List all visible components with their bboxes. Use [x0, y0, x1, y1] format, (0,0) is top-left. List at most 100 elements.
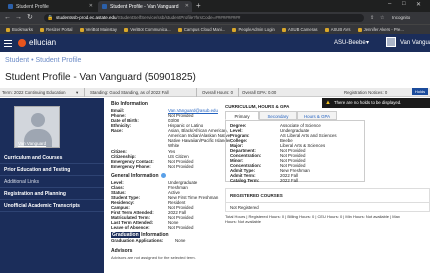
app-header: ellucian ASU-Beebe ▾ Van Vanguard	[0, 34, 430, 52]
bookmark-item[interactable]: Campus Cloud Mani...	[177, 25, 225, 34]
lock-icon: 🔒	[47, 15, 54, 21]
tab-hours-gpa[interactable]: Hours & GPA	[297, 111, 337, 120]
address-input[interactable]: 🔒 studentssb-prod.ec.astate.edu/StudentS…	[44, 14, 364, 22]
window-close-icon[interactable]: ✕	[416, 1, 421, 8]
bookmark-item[interactable]: ASUB AVs	[324, 25, 351, 34]
holds-toast: ▲ There are no holds to be displayed.	[322, 98, 430, 108]
bio-section-title: Bio Information	[111, 101, 148, 107]
url-path: /StudentSelfService/ssb/studentProfile?h…	[116, 15, 241, 20]
minimize-icon[interactable]: –	[388, 1, 391, 7]
chevron-down-icon[interactable]: ▾	[366, 38, 369, 48]
graduation-value: None	[175, 238, 186, 243]
bookmark-item[interactable]: ASUB Cameras	[281, 25, 318, 34]
user-avatar[interactable]	[386, 37, 396, 47]
bookmark-icon	[324, 27, 329, 32]
bookmark-item[interactable]: Jennifer Akers - Pre...	[357, 25, 404, 34]
favicon-icon	[8, 4, 13, 9]
close-icon[interactable]: ✕	[89, 3, 93, 9]
general-value: Not Provided	[168, 225, 194, 230]
menu-icon[interactable]	[4, 38, 12, 48]
curriculum-label: Catalog Term:	[230, 178, 260, 183]
browser-tab[interactable]: Student Profile ✕	[4, 1, 96, 12]
browser-tab-bar: Student Profile ✕ Student Profile - Van …	[0, 0, 430, 12]
advisors-note: Advisors are not assigned for the select…	[111, 255, 196, 260]
general-title-text: General Information	[111, 173, 159, 179]
bookmark-icon	[40, 27, 45, 32]
registered-courses-title: REGISTERED COURSES	[225, 188, 430, 202]
breadcrumb-student[interactable]: Student	[5, 57, 29, 64]
breadcrumb-student-profile[interactable]: Student Profile	[36, 57, 82, 64]
info-icon[interactable]	[160, 173, 166, 179]
bookmark-item[interactable]: Bookmarks	[6, 25, 33, 34]
bookmark-icon	[124, 27, 129, 32]
term-selector[interactable]: Term: 2022 Continuing Education	[2, 88, 66, 97]
page-title: Student Profile - Van Vanguard (50901825…	[5, 72, 196, 83]
star-icon[interactable]: ☆	[380, 13, 384, 23]
curriculum-panel: CURRICULUM, HOURS & GPA Primary Secondar…	[225, 99, 430, 199]
forward-icon[interactable]: →	[15, 13, 22, 23]
bookmark-item[interactable]: VeriBot Communica...	[124, 25, 171, 34]
bookmark-label: Jennifer Akers - Pre...	[363, 27, 404, 32]
sidebar: Van Vanguard Curriculum and Courses Prio…	[0, 98, 104, 273]
bookmark-label: Bookmarks	[12, 27, 33, 32]
address-bar-row: ← → ↻ 🔒 studentssb-prod.ec.astate.edu/St…	[0, 12, 430, 24]
divider	[196, 88, 197, 97]
divider	[84, 88, 85, 97]
advisors-section-title: Advisors	[111, 248, 133, 254]
screen: Student Profile ✕ Student Profile - Van …	[0, 0, 430, 273]
sidebar-item-registration[interactable]: Registration and Planning	[0, 188, 104, 200]
close-icon[interactable]: ✕	[185, 3, 189, 9]
bookmark-icon	[177, 27, 182, 32]
registered-courses-status: Not Registered	[225, 202, 430, 212]
curriculum-title: CURRICULUM, HOURS & GPA	[225, 104, 290, 109]
share-icon[interactable]: ⇪	[370, 13, 374, 23]
bookmark-item[interactable]: PeopleAdmin Login	[232, 25, 275, 34]
graduation-label: Graduation Applications:	[111, 238, 164, 243]
maximize-icon[interactable]: □	[402, 1, 406, 7]
sidebar-item-transcripts[interactable]: Unofficial Academic Transcripts	[0, 200, 104, 212]
bookmark-item[interactable]: Resizer Portal	[40, 25, 72, 34]
curriculum-tabs: Primary Secondary Hours & GPA	[225, 111, 365, 120]
reload-icon[interactable]: ↻	[27, 13, 33, 23]
breadcrumb: Student • Student Profile	[5, 57, 81, 64]
bookmark-icon	[6, 27, 10, 32]
term-status-bar: Term: 2022 Continuing Education ▾ Standi…	[0, 88, 430, 97]
bookmark-label: Resizer Portal	[46, 27, 73, 32]
general-label: Leave of Absence:	[111, 225, 150, 230]
curriculum-value: 2022 Fall	[280, 178, 299, 183]
bio-value: White	[168, 143, 180, 148]
sidebar-item-curriculum[interactable]: Curriculum and Courses	[0, 152, 104, 164]
curriculum-row: Catalog Term: 2022 Fall	[230, 178, 365, 183]
sidebar-item-additional-links[interactable]: Additional Links	[0, 176, 104, 188]
bookmark-icon	[357, 27, 362, 32]
tab-primary[interactable]: Primary	[225, 111, 259, 120]
bio-label: Emergency Phone:	[111, 164, 151, 169]
url-host: studentssb-prod.ec.astate.edu	[56, 15, 117, 20]
incognito-label[interactable]: Incognito	[392, 14, 410, 22]
standing-text: Standing: Good Standing, as of 2022 Fall	[90, 90, 169, 95]
bookmark-icon	[281, 27, 286, 32]
back-icon[interactable]: ←	[4, 13, 11, 23]
bookmark-item[interactable]: VeriBot Mainstay	[79, 25, 117, 34]
tab-secondary[interactable]: Secondary	[259, 111, 297, 120]
bookmark-label: PeopleAdmin Login	[238, 27, 275, 32]
browser-tab-active[interactable]: Student Profile - Van Vanguard ✕	[98, 1, 192, 12]
new-tab-icon[interactable]: +	[196, 1, 201, 11]
total-hours: Total Hours | Registered Hours: 0 | Bill…	[225, 214, 430, 228]
overall-gpa: Overall GPA: 0.00	[242, 90, 277, 95]
sidebar-item-prior-education[interactable]: Prior Education and Testing	[0, 164, 104, 176]
registration-notices[interactable]: Registration Notices: 0	[344, 88, 387, 97]
browser-tab-title: Student Profile - Van Vanguard	[110, 3, 179, 10]
chevron-down-icon[interactable]: ▾	[76, 88, 78, 97]
avatar-head-icon	[31, 113, 45, 127]
user-name[interactable]: Van Vanguard	[400, 38, 430, 48]
holds-badge[interactable]: Holds	[412, 88, 428, 95]
student-name-link[interactable]: Van Vanguard	[18, 141, 46, 146]
ellucian-logo-icon	[18, 39, 26, 47]
org-selector[interactable]: ASU-Beebe	[334, 38, 366, 48]
graduation-row: Graduation Applications: None	[111, 238, 271, 243]
bookmark-label: ASUB AVs	[330, 27, 351, 32]
general-section-title: General Information	[111, 173, 166, 179]
brand-name: ellucian	[29, 38, 57, 47]
favicon-icon	[102, 4, 107, 9]
